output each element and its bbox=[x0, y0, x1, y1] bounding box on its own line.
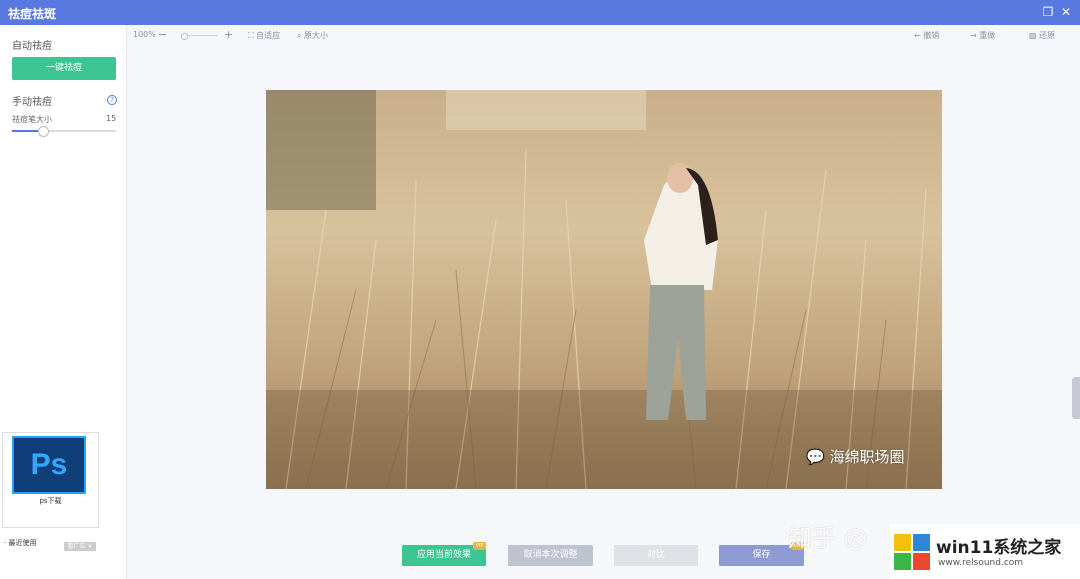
recent-used-label: · 最近使用 bbox=[4, 539, 37, 547]
undo-label: 撤销 bbox=[923, 31, 940, 40]
apply-effect-button[interactable]: 应用当前效果 VIP bbox=[402, 542, 486, 566]
redo-arrow-icon: → bbox=[970, 31, 977, 40]
photoshop-logo-icon: Ps bbox=[12, 436, 86, 494]
original-size-label: 原大小 bbox=[304, 31, 329, 40]
manual-acne-label: 手动祛痘 bbox=[12, 97, 52, 108]
field-photo bbox=[266, 90, 942, 489]
brush-size-label: 祛痘笔大小 bbox=[12, 115, 52, 124]
windows-logo-icon bbox=[894, 534, 930, 570]
brush-size-value: 15 bbox=[106, 114, 117, 123]
zhihu-watermark: 知乎 @ bbox=[788, 524, 868, 552]
brush-size-slider[interactable] bbox=[12, 126, 116, 137]
apply-effect-label: 应用当前效果 bbox=[416, 550, 471, 560]
site-watermark: win11系统之家 www.relsound.com bbox=[890, 524, 1080, 579]
one-click-acne-button[interactable]: 一键祛痘 bbox=[12, 57, 116, 80]
ad-tag[interactable]: 看广告 ✕ bbox=[64, 542, 96, 551]
restore-button[interactable]: ▨ 还原 bbox=[1029, 30, 1055, 41]
original-size-button[interactable]: ⌕ 原大小 bbox=[297, 30, 328, 41]
title-bar: 祛痘祛斑 ❐ ✕ bbox=[0, 0, 1080, 25]
auto-acne-label: 自动祛痘 bbox=[12, 41, 52, 52]
save-label: 保存 bbox=[752, 550, 771, 560]
zoom-in-button[interactable]: + bbox=[224, 28, 233, 41]
fit-icon: ⛶ bbox=[248, 31, 254, 40]
redo-label: 重做 bbox=[979, 31, 996, 40]
redo-button[interactable]: → 重做 bbox=[970, 30, 995, 41]
fit-button[interactable]: ⛶ 自适应 bbox=[248, 30, 280, 41]
side-collapse-tab[interactable] bbox=[1072, 377, 1080, 419]
zoom-slider-handle[interactable] bbox=[180, 33, 188, 40]
site-url: www.relsound.com bbox=[938, 558, 1024, 568]
undo-button[interactable]: ← 撤销 bbox=[914, 30, 939, 41]
fit-label: 自适应 bbox=[256, 31, 281, 40]
restore-window-icon[interactable]: ❐ bbox=[1040, 4, 1056, 20]
watermark-text: 海绵职场圈 bbox=[829, 448, 905, 466]
zoom-out-button[interactable]: − bbox=[158, 28, 167, 41]
zoom-level: 100% bbox=[133, 30, 156, 39]
compare-button[interactable]: 对比 bbox=[614, 545, 698, 566]
window-title: 祛痘祛斑 bbox=[8, 7, 57, 21]
image-icon: ▨ bbox=[1029, 31, 1037, 40]
photo-canvas[interactable]: 💬 海绵职场圈 bbox=[266, 90, 942, 489]
site-name: win11系统之家 bbox=[936, 538, 1062, 558]
undo-arrow-icon: ← bbox=[914, 31, 921, 40]
close-icon[interactable]: ✕ bbox=[1058, 4, 1074, 20]
cancel-adjust-button[interactable]: 取消本次调整 bbox=[508, 545, 593, 566]
ad-caption: ps下载 bbox=[39, 497, 62, 505]
vip-badge: VIP bbox=[473, 542, 486, 550]
help-icon[interactable]: ? bbox=[107, 95, 117, 105]
ps-download-ad[interactable]: Ps ps下载 bbox=[2, 432, 99, 528]
restore-label: 还原 bbox=[1039, 31, 1056, 40]
brush-size-handle[interactable] bbox=[38, 126, 50, 137]
photo-watermark: 💬 海绵职场圈 bbox=[806, 446, 904, 467]
magnifier-icon: ⌕ bbox=[297, 31, 302, 40]
wechat-icon: 💬 bbox=[806, 448, 825, 466]
